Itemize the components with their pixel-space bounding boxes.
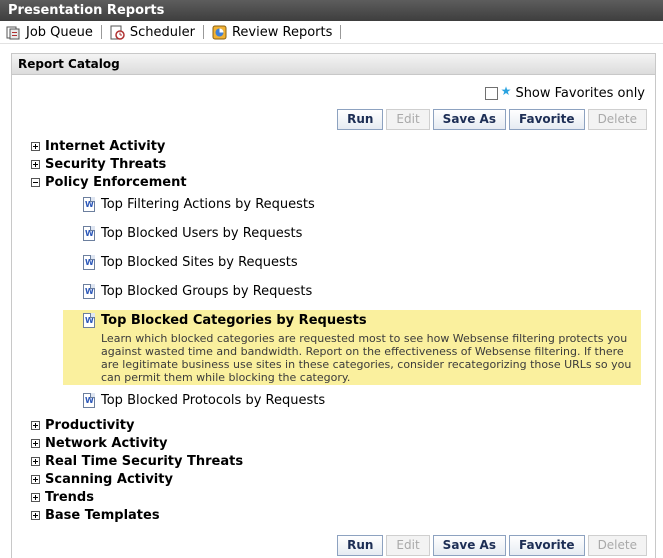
category-label: Security Threats (45, 157, 167, 172)
expand-icon (31, 475, 40, 484)
category-label: Base Templates (45, 508, 160, 523)
category-label: Network Activity (45, 436, 168, 451)
expand-icon (31, 493, 40, 502)
review-reports-label: Review Reports (231, 24, 333, 40)
job-queue-icon (6, 25, 21, 40)
report-document-icon (83, 255, 95, 270)
run-button[interactable]: Run (337, 109, 384, 130)
category-label: Real Time Security Threats (45, 454, 244, 469)
category-policy-enforcement[interactable]: Policy Enforcement (31, 175, 187, 190)
delete-button[interactable]: Delete (587, 535, 647, 556)
edit-button[interactable]: Edit (386, 535, 430, 556)
expand-icon (31, 142, 40, 151)
report-document-icon (83, 284, 95, 299)
job-queue-button[interactable]: Job Queue (6, 25, 101, 40)
category-security-threats[interactable]: Security Threats (31, 157, 166, 172)
category-internet-activity[interactable]: Internet Activity (31, 139, 165, 154)
category-scanning-activity[interactable]: Scanning Activity (31, 472, 173, 487)
toolbar-separator (100, 25, 102, 39)
report-catalog-panel: Report Catalog ★ Show Favorites only Run… (11, 53, 656, 558)
category-trends[interactable]: Trends (31, 490, 94, 505)
delete-button[interactable]: Delete (587, 109, 647, 130)
save-as-button[interactable]: Save As (432, 535, 506, 556)
review-reports-icon (212, 25, 227, 40)
favorite-button[interactable]: Favorite (508, 535, 585, 556)
edit-button[interactable]: Edit (386, 109, 430, 130)
favorites-filter: ★ Show Favorites only (484, 83, 645, 101)
show-favorites-checkbox[interactable] (484, 87, 498, 100)
expand-icon (31, 160, 40, 169)
save-as-button[interactable]: Save As (432, 109, 506, 130)
top-button-row: Run Edit Save As Favorite Delete (337, 109, 647, 130)
scheduler-label: Scheduler (129, 24, 195, 40)
report-document-icon (83, 226, 95, 241)
scheduler-icon (110, 25, 125, 40)
expand-icon (31, 421, 40, 430)
report-item[interactable]: Top Blocked Sites by Requests (83, 255, 298, 270)
category-network-activity[interactable]: Network Activity (31, 436, 168, 451)
collapse-icon (31, 178, 40, 187)
scheduler-button[interactable]: Scheduler (110, 25, 203, 40)
expand-icon (31, 439, 40, 448)
category-label: Productivity (45, 418, 135, 433)
report-label: Top Blocked Protocols by Requests (101, 393, 326, 408)
report-document-icon (83, 393, 95, 408)
toolbar-separator (340, 25, 342, 39)
toolbar: Job Queue Scheduler Review Reports (0, 21, 663, 44)
window-title-bar: Presentation Reports (0, 0, 663, 21)
run-button[interactable]: Run (337, 535, 384, 556)
report-item-selected[interactable]: Top Blocked Categories by Requests (83, 313, 367, 328)
review-reports-button[interactable]: Review Reports (212, 25, 340, 40)
report-catalog-header: Report Catalog (12, 54, 655, 75)
report-label: Top Blocked Groups by Requests (101, 284, 313, 299)
report-item[interactable]: Top Blocked Protocols by Requests (83, 393, 325, 408)
report-document-icon (83, 197, 95, 212)
job-queue-label: Job Queue (26, 24, 93, 40)
report-label: Top Blocked Sites by Requests (101, 255, 298, 270)
category-label: Policy Enforcement (45, 175, 187, 190)
category-label: Internet Activity (45, 139, 166, 154)
report-item[interactable]: Top Filtering Actions by Requests (83, 197, 315, 212)
favorite-star-icon: ★ (500, 83, 512, 98)
toolbar-separator (202, 25, 204, 39)
show-favorites-label: Show Favorites only (515, 86, 645, 101)
category-base-templates[interactable]: Base Templates (31, 508, 160, 523)
report-description: Learn which blocked categories are reque… (101, 332, 632, 384)
report-item[interactable]: Top Blocked Groups by Requests (83, 284, 312, 299)
report-item[interactable]: Top Blocked Users by Requests (83, 226, 302, 241)
expand-icon (31, 511, 40, 520)
bottom-button-row: Run Edit Save As Favorite Delete (337, 535, 647, 556)
category-label: Scanning Activity (45, 472, 173, 487)
report-label: Top Blocked Users by Requests (101, 226, 303, 241)
category-label: Trends (45, 490, 94, 505)
category-real-time-security-threats[interactable]: Real Time Security Threats (31, 454, 243, 469)
report-document-icon (83, 313, 95, 328)
report-label: Top Filtering Actions by Requests (101, 197, 315, 212)
expand-icon (31, 457, 40, 466)
report-label: Top Blocked Categories by Requests (101, 313, 367, 328)
favorite-button[interactable]: Favorite (508, 109, 585, 130)
window-title: Presentation Reports (8, 3, 165, 18)
category-productivity[interactable]: Productivity (31, 418, 134, 433)
